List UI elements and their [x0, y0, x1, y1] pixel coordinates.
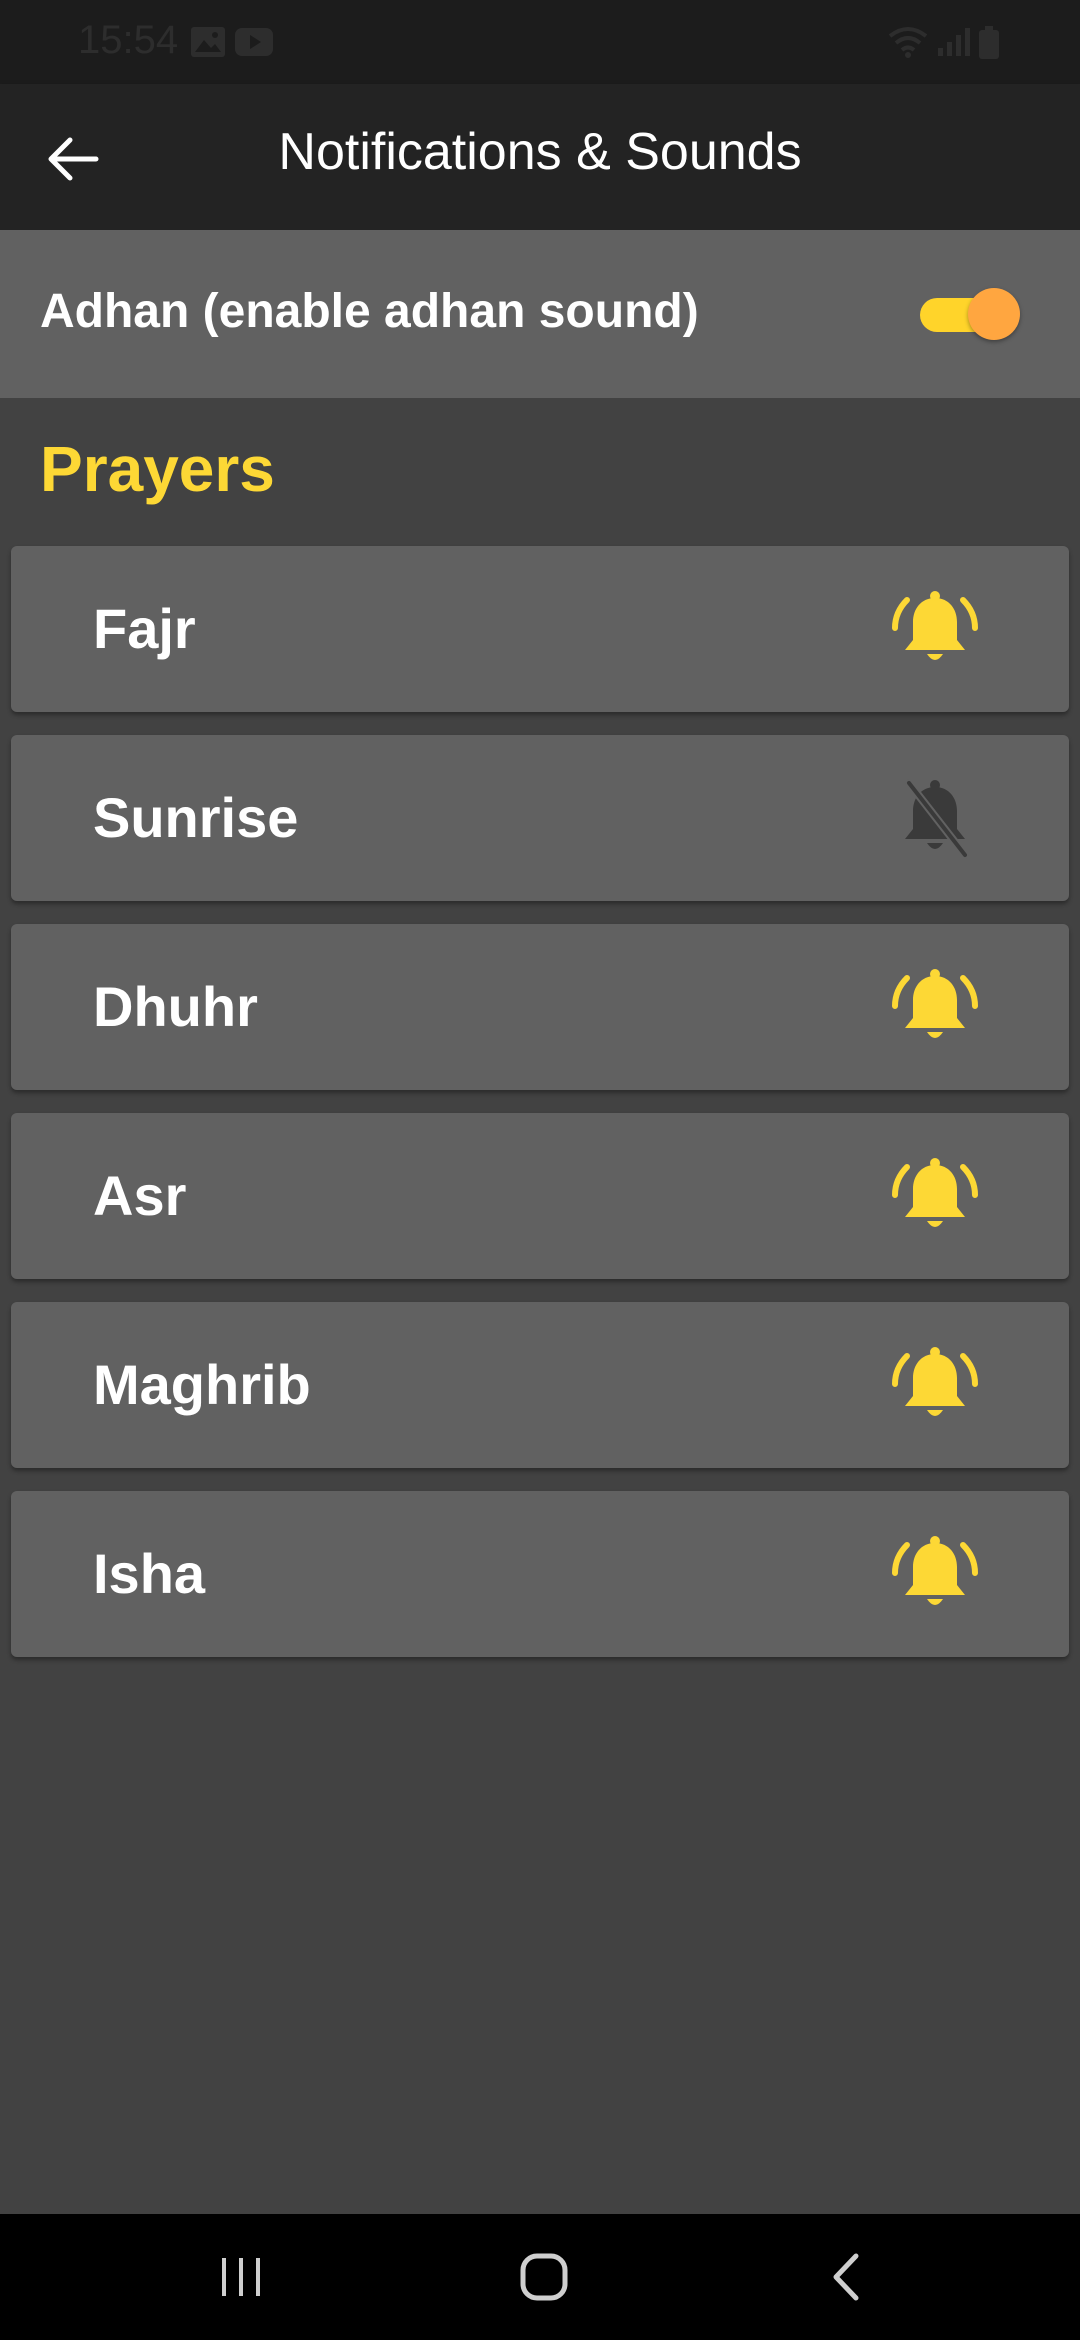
prayer-item-isha[interactable]: Isha	[11, 1491, 1069, 1657]
back-icon	[833, 2253, 859, 2301]
home-button[interactable]	[499, 2242, 589, 2312]
bell-ringing-icon[interactable]	[887, 584, 983, 680]
toggle-thumb	[968, 288, 1020, 340]
prayer-name: Sunrise	[93, 786, 299, 849]
bell-off-icon[interactable]	[887, 773, 983, 869]
adhan-label: Adhan (enable adhan sound)	[40, 285, 699, 338]
youtube-icon	[235, 28, 273, 56]
adhan-setting-row[interactable]: Adhan (enable adhan sound)	[0, 230, 1080, 398]
system-nav-bar	[0, 2214, 1080, 2340]
bell-ringing-icon[interactable]	[887, 962, 983, 1058]
nav-back-button[interactable]	[802, 2242, 892, 2312]
prayer-name: Dhuhr	[93, 975, 258, 1038]
prayer-item-fajr[interactable]: Fajr	[11, 546, 1069, 712]
screen: 15:54 Notifications & Sounds Adhan (enab…	[0, 0, 1080, 2340]
adhan-toggle[interactable]	[918, 288, 1020, 340]
prayer-item-dhuhr[interactable]: Dhuhr	[11, 924, 1069, 1090]
recents-button[interactable]	[196, 2242, 286, 2312]
prayer-name: Maghrib	[93, 1353, 311, 1416]
bell-ringing-icon[interactable]	[887, 1151, 983, 1247]
prayer-item-maghrib[interactable]: Maghrib	[11, 1302, 1069, 1468]
battery-icon	[979, 26, 999, 59]
page-title: Notifications & Sounds	[278, 123, 802, 181]
prayer-name: Fajr	[93, 597, 196, 660]
bell-ringing-icon[interactable]	[887, 1340, 983, 1436]
section-title-prayers: Prayers	[40, 433, 275, 505]
status-time: 15:54	[78, 18, 179, 62]
bell-ringing-icon[interactable]	[887, 1529, 983, 1625]
prayer-name: Asr	[93, 1164, 187, 1227]
prayer-name: Isha	[93, 1542, 206, 1605]
wifi-icon	[888, 27, 928, 58]
prayer-item-sunrise[interactable]: Sunrise	[11, 735, 1069, 901]
recents-icon	[222, 2258, 260, 2296]
status-bar: 15:54	[0, 0, 1080, 84]
prayer-list: Fajr Sunrise Dhuhr Asr Maghrib Isha	[11, 546, 1069, 1680]
prayer-item-asr[interactable]: Asr	[11, 1113, 1069, 1279]
home-icon	[520, 2253, 568, 2301]
app-bar: Notifications & Sounds	[0, 84, 1080, 230]
image-icon	[191, 27, 225, 57]
signal-icon	[938, 28, 970, 56]
